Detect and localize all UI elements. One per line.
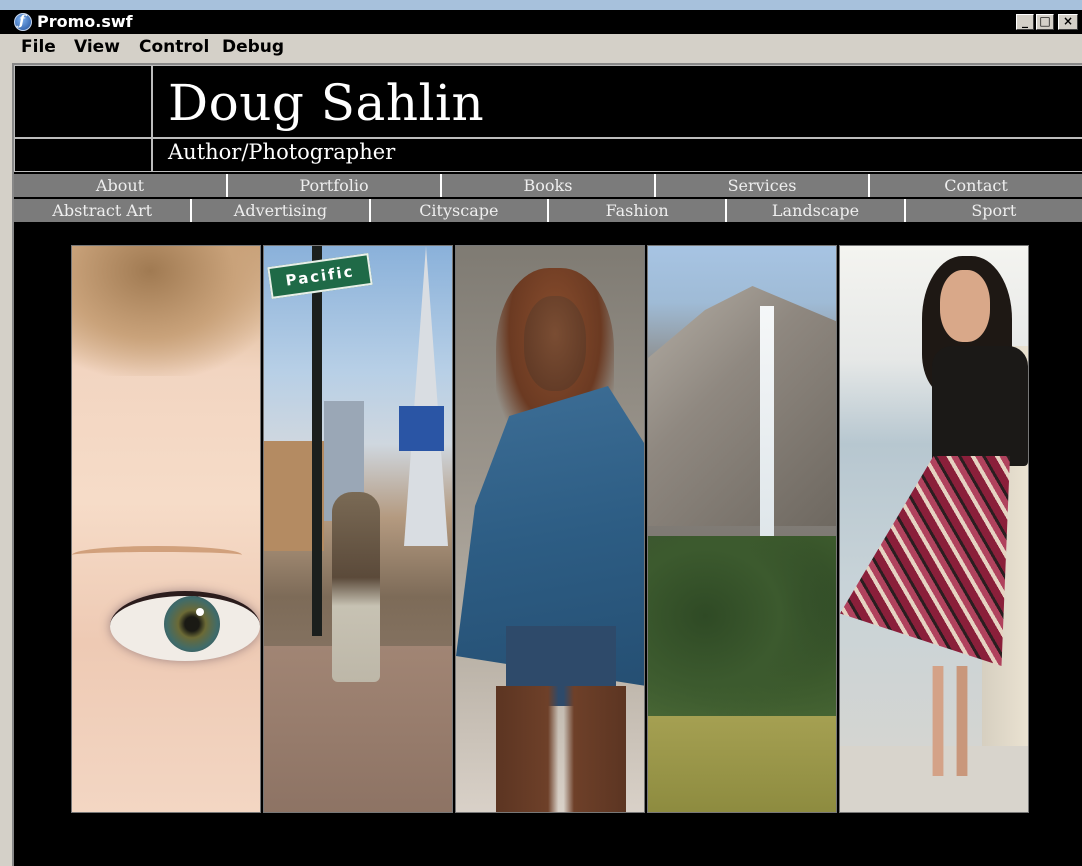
- header-cell: [14, 65, 152, 138]
- photo-cliff: [648, 286, 836, 526]
- photo-sign-pole: [312, 246, 322, 636]
- photo-pedestrian: [332, 492, 380, 682]
- nav-sport[interactable]: Sport: [905, 199, 1082, 222]
- nav-about[interactable]: About: [14, 174, 228, 197]
- menu-bar: File View Control Debug: [0, 34, 1082, 60]
- primary-nav: About Portfolio Books Services Contact: [14, 174, 1082, 197]
- nav-books[interactable]: Books: [442, 174, 656, 197]
- photo-iris: [164, 596, 220, 652]
- photo-hair: [72, 246, 260, 376]
- menu-control[interactable]: Control: [139, 37, 209, 57]
- photo-eye-highlight: [196, 608, 204, 616]
- desktop-background: [0, 0, 1082, 10]
- menu-view[interactable]: View: [74, 37, 120, 57]
- menu-file[interactable]: File: [21, 37, 56, 57]
- photo-fashion-model[interactable]: [455, 245, 645, 813]
- photo-model-legs: [496, 686, 626, 812]
- menu-debug[interactable]: Debug: [222, 37, 284, 57]
- photo-skyscraper: [404, 246, 448, 546]
- photo-waterfall-landscape[interactable]: [647, 245, 837, 813]
- window-title: Promo.swf: [37, 12, 133, 31]
- nav-advertising[interactable]: Advertising: [192, 199, 371, 222]
- photo-gallery: Pacific: [71, 245, 1029, 813]
- nav-landscape[interactable]: Landscape: [727, 199, 906, 222]
- nav-services[interactable]: Services: [656, 174, 870, 197]
- site-name: Doug Sahlin: [168, 74, 485, 132]
- photo-trees: [648, 536, 836, 736]
- photo-model-face: [940, 270, 990, 342]
- photo-model-legs: [920, 666, 980, 776]
- site-tagline: Author/Photographer: [168, 140, 396, 164]
- photo-city-street[interactable]: Pacific: [263, 245, 453, 813]
- flash-player-icon: ƒ: [14, 13, 32, 31]
- close-button[interactable]: ×: [1058, 14, 1078, 30]
- player-window: ƒ Promo.swf _ □ × File View Control Debu…: [0, 0, 1082, 866]
- photo-eye-closeup[interactable]: [71, 245, 261, 813]
- flash-stage: Doug Sahlin Author/Photographer About Po…: [12, 63, 1082, 866]
- portfolio-nav: Abstract Art Advertising Cityscape Fashi…: [14, 199, 1082, 222]
- minimize-button[interactable]: _: [1016, 14, 1034, 30]
- nav-cityscape[interactable]: Cityscape: [370, 199, 549, 222]
- photo-eyebrow: [72, 546, 242, 564]
- photo-waterfall: [760, 306, 774, 536]
- photo-model-face: [524, 296, 586, 391]
- nav-abstract-art[interactable]: Abstract Art: [14, 199, 193, 222]
- photo-meadow: [648, 716, 836, 812]
- photo-striped-skirt: [840, 456, 1010, 666]
- photo-billboard: [399, 406, 444, 451]
- nav-fashion[interactable]: Fashion: [548, 199, 728, 222]
- photo-black-top: [932, 346, 1028, 466]
- title-bar[interactable]: ƒ Promo.swf _ □ ×: [0, 10, 1082, 34]
- nav-portfolio[interactable]: Portfolio: [228, 174, 442, 197]
- maximize-button[interactable]: □: [1036, 14, 1054, 30]
- photo-street-sign: Pacific: [267, 253, 373, 299]
- photo-striped-skirt-model[interactable]: [839, 245, 1029, 813]
- nav-contact[interactable]: Contact: [870, 174, 1082, 197]
- header-cell: [14, 138, 152, 172]
